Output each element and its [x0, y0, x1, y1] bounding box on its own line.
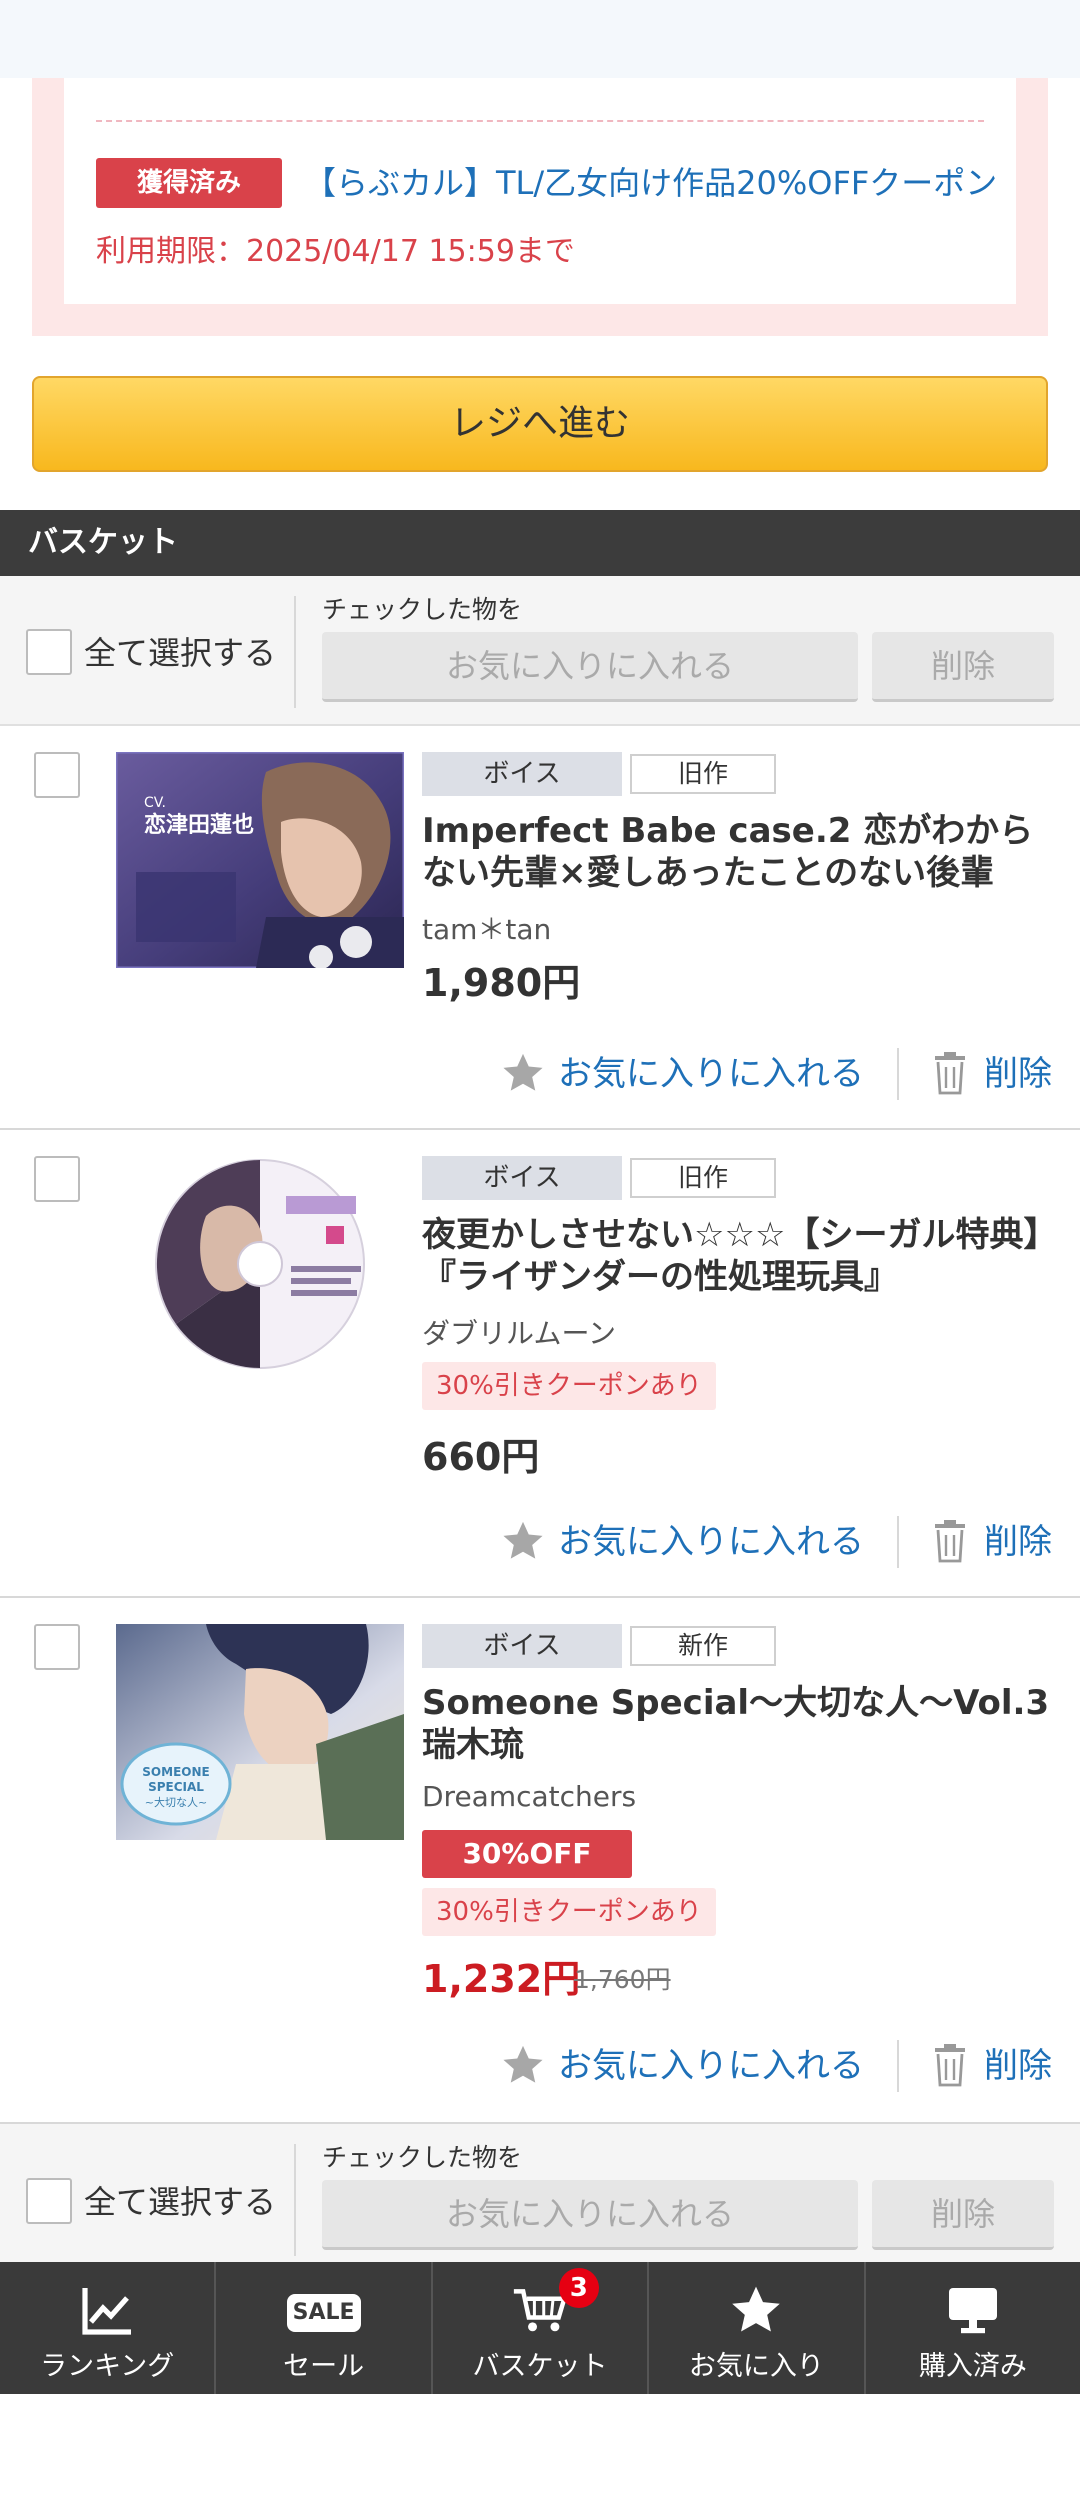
checked-items-label: チェックした物を — [322, 595, 523, 624]
bottom-nav: ランキング SALE セール 3 バスケット お気に入り 購入済み — [0, 2262, 1080, 2394]
coupon-title-link[interactable]: 【らぶカル】TL/乙女向け作品20%OFFクーポン — [304, 158, 997, 208]
age-tag: 新作 — [630, 1626, 776, 1666]
checked-items-label: チェックした物を — [322, 2143, 523, 2172]
item-checkbox[interactable] — [34, 1156, 80, 1202]
item-sale-price: 1,232円 — [422, 1957, 581, 2001]
nav-basket-label: バスケット — [472, 2351, 608, 2382]
item-delete-button[interactable]: 削除 — [934, 1046, 1052, 1102]
item-thumbnail[interactable]: SOMEONE SPECIAL ~大切な人~ — [116, 1624, 404, 1840]
basket-header: バスケット — [0, 510, 1080, 576]
coupon-divider — [96, 120, 984, 122]
monitor-icon — [948, 2288, 997, 2334]
delete-label: 削除 — [984, 2046, 1052, 2086]
trash-icon — [935, 2043, 965, 2086]
basket-item: CV. 恋津田蓮也 ボイス 旧作 Imperfect Babe case.2 恋が… — [0, 726, 1080, 1130]
coupon-status-badge: 獲得済み — [96, 158, 282, 208]
select-all-label[interactable]: 全て選択する — [84, 2177, 276, 2223]
svg-text:SPECIAL: SPECIAL — [148, 1780, 204, 1794]
category-tag: ボイス — [422, 1156, 622, 1200]
favorite-label: お気に入りに入れる — [558, 1054, 864, 1094]
item-tags: ボイス 旧作 — [422, 752, 776, 796]
nav-favorites[interactable]: お気に入り — [649, 2262, 866, 2394]
coupon-available-badge: 30%引きクーポンあり — [422, 1362, 716, 1410]
select-all-checkbox[interactable] — [26, 2178, 72, 2224]
nav-ranking-label: ランキング — [40, 2351, 175, 2382]
svg-text:~大切な人~: ~大切な人~ — [145, 1795, 207, 1809]
trash-icon — [935, 1051, 965, 1094]
age-tag: 旧作 — [630, 754, 776, 794]
age-tag: 旧作 — [630, 1158, 776, 1198]
nav-favorites-label: お気に入り — [688, 2351, 824, 2382]
item-checkbox[interactable] — [34, 1624, 80, 1670]
coupon-expiry: 利用期限：2025/04/17 15:59まで — [96, 234, 575, 269]
item-add-favorite-button[interactable]: お気に入りに入れる — [500, 1046, 864, 1102]
item-maker-link[interactable]: Dreamcatchers — [422, 1780, 636, 1813]
select-all-label[interactable]: 全て選択する — [84, 628, 276, 674]
nav-purchased[interactable]: 購入済み — [866, 2262, 1080, 2394]
coupon-available-badge: 30%引きクーポンあり — [422, 1888, 716, 1936]
checkout-button[interactable]: レジへ進む — [32, 376, 1048, 472]
action-divider — [897, 1516, 899, 1568]
basket-item: ボイス 旧作 夜更かしさせない☆☆☆【シーガル特典】『ライザンダーの性処理玩具』 … — [0, 1130, 1080, 1598]
item-price: 1,980円 — [422, 961, 581, 1005]
nav-sale[interactable]: SALE セール — [216, 2262, 433, 2394]
ranking-chart-icon — [82, 2288, 132, 2335]
item-add-favorite-button[interactable]: お気に入りに入れる — [500, 2038, 864, 2094]
star-icon — [503, 2045, 543, 2083]
item-original-price: 1,760円 — [574, 1965, 671, 1994]
star-icon — [503, 1521, 543, 1559]
item-title-link[interactable]: Imperfect Babe case.2 恋がわからない先輩×愛しあったことの… — [422, 810, 1052, 894]
bulk-delete-button[interactable]: 削除 — [872, 2180, 1054, 2250]
delete-label: 削除 — [984, 1522, 1052, 1562]
favorite-label: お気に入りに入れる — [558, 2046, 864, 2086]
svg-text:SOMEONE: SOMEONE — [142, 1765, 209, 1779]
item-delete-button[interactable]: 削除 — [934, 2038, 1052, 2094]
divider — [294, 2144, 296, 2256]
category-tag: ボイス — [422, 1624, 622, 1668]
nav-basket[interactable]: 3 バスケット — [433, 2262, 650, 2394]
bulk-delete-button[interactable]: 削除 — [872, 632, 1054, 702]
item-add-favorite-button[interactable]: お気に入りに入れる — [500, 1514, 864, 1570]
delete-label: 削除 — [984, 1054, 1052, 1094]
basket-item: SOMEONE SPECIAL ~大切な人~ ボイス 新作 Someone Spe… — [0, 1598, 1080, 2124]
star-icon — [732, 2286, 781, 2332]
trash-icon — [935, 1519, 965, 1562]
item-title-link[interactable]: 夜更かしさせない☆☆☆【シーガル特典】『ライザンダーの性処理玩具』 — [422, 1214, 1052, 1298]
top-bar — [0, 0, 1080, 78]
nav-ranking[interactable]: ランキング — [0, 2262, 217, 2394]
action-divider — [897, 2040, 899, 2092]
action-divider — [897, 1048, 899, 1100]
thumbnail-art: CV. 恋津田蓮也 — [116, 752, 404, 968]
coupon-card: 獲得済み 【らぶカル】TL/乙女向け作品20%OFFクーポン 利用期限：2025… — [64, 78, 1016, 304]
category-tag: ボイス — [422, 752, 622, 796]
select-all-checkbox[interactable] — [26, 629, 72, 675]
discount-badge: 30%OFF — [422, 1830, 632, 1878]
item-tags: ボイス 旧作 — [422, 1156, 776, 1200]
svg-text:恋津田蓮也: 恋津田蓮也 — [144, 812, 254, 838]
coupon-section: 獲得済み 【らぶカル】TL/乙女向け作品20%OFFクーポン 利用期限：2025… — [32, 78, 1048, 336]
nav-purchased-label: 購入済み — [918, 2351, 1027, 2382]
divider — [294, 596, 296, 708]
favorite-label: お気に入りに入れる — [558, 1522, 864, 1562]
item-maker-link[interactable]: tam＊tan — [422, 908, 551, 948]
bulk-actions-bottom: 全て選択する チェックした物を お気に入りに入れる 削除 — [0, 2124, 1080, 2264]
item-tags: ボイス 新作 — [422, 1624, 776, 1668]
item-price: 660円 — [422, 1435, 540, 1479]
item-maker-link[interactable]: ダブリルムーン — [422, 1312, 616, 1352]
bulk-add-favorites-button[interactable]: お気に入りに入れる — [322, 632, 858, 702]
nav-sale-label: セール — [283, 2351, 365, 2382]
star-icon — [503, 1053, 543, 1091]
item-delete-button[interactable]: 削除 — [934, 1514, 1052, 1570]
item-title-link[interactable]: Someone Special〜大切な人〜Vol.3 瑞木琉 — [422, 1682, 1052, 1766]
item-thumbnail[interactable] — [116, 1156, 404, 1372]
thumbnail-art: SOMEONE SPECIAL ~大切な人~ — [116, 1624, 404, 1840]
cd-disc-art — [116, 1156, 404, 1372]
item-thumbnail[interactable]: CV. 恋津田蓮也 — [116, 752, 404, 968]
bulk-add-favorites-button[interactable]: お気に入りに入れる — [322, 2180, 858, 2250]
bulk-actions-top: 全て選択する チェックした物を お気に入りに入れる 削除 — [0, 576, 1080, 726]
sale-icon: SALE — [286, 2294, 361, 2332]
cart-count-badge: 3 — [558, 2268, 599, 2308]
item-checkbox[interactable] — [34, 752, 80, 798]
svg-text:CV.: CV. — [144, 795, 166, 811]
